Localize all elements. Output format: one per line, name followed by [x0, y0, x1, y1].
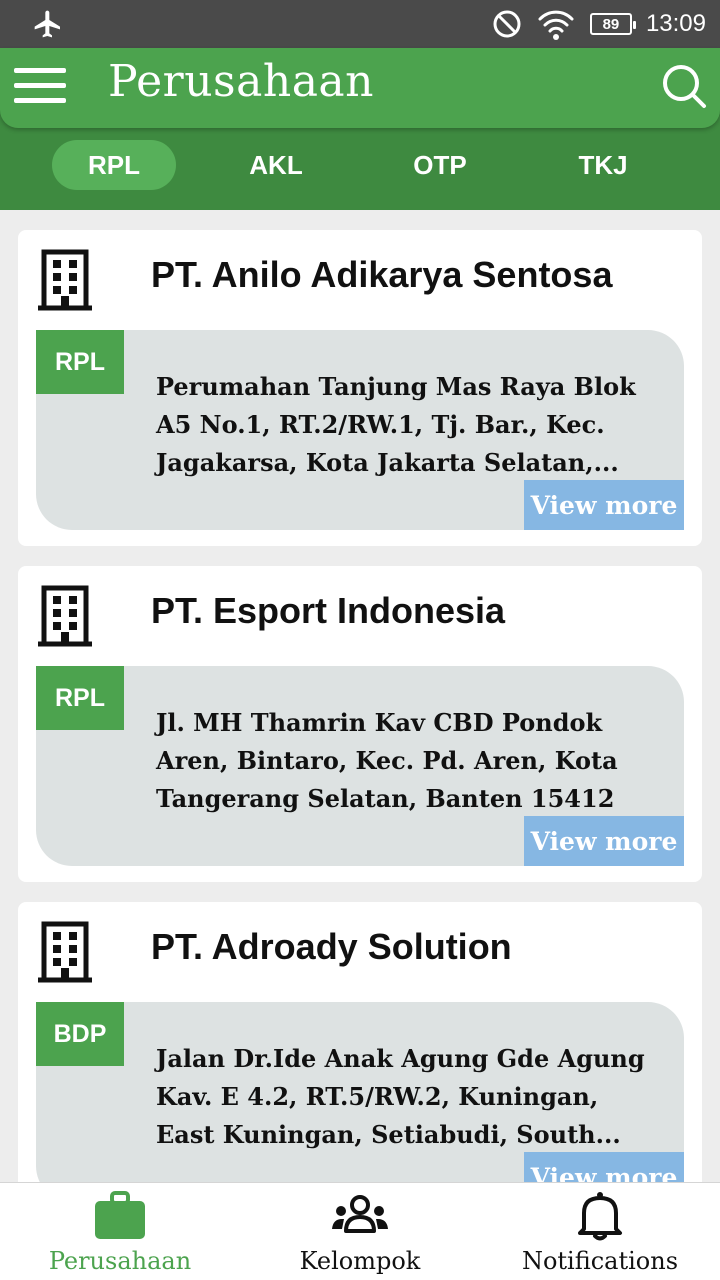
airplane-mode-icon [34, 10, 60, 38]
company-address: Jalan Dr.Ide Anak Agung Gde Agung Kav. E… [156, 1044, 645, 1149]
nav-item-perusahaan[interactable]: Perusahaan [0, 1183, 240, 1280]
view-more-button[interactable]: View more [524, 1152, 684, 1182]
nav-label: Perusahaan [48, 1247, 192, 1275]
wifi-icon [538, 10, 574, 40]
company-name: PT. Esport Indonesia [151, 590, 506, 631]
tab-tkj[interactable]: TKJ [541, 140, 665, 190]
bell-icon [578, 1192, 622, 1241]
search-icon[interactable] [660, 62, 708, 110]
company-card[interactable]: PT. Esport Indonesia RPL Jl. MH Thamrin … [18, 566, 702, 882]
nav-label: Kelompok [299, 1247, 421, 1275]
tab-otp[interactable]: OTP [378, 140, 502, 190]
bottom-navigation: Perusahaan Kelompok Notifications [0, 1182, 720, 1280]
nav-item-notifications[interactable]: Notifications [480, 1183, 720, 1280]
major-badge: RPL [36, 330, 124, 394]
building-icon [38, 585, 92, 647]
major-badge: BDP [36, 1002, 124, 1066]
nav-label: Notifications [521, 1247, 679, 1275]
page-title: Perusahaan [108, 56, 374, 107]
battery-level: 89 [602, 15, 620, 33]
company-card[interactable]: PT. Adroady Solution BDP Jalan Dr.Ide An… [18, 902, 702, 1182]
nav-item-kelompok[interactable]: Kelompok [240, 1183, 480, 1280]
briefcase-icon [95, 1191, 145, 1239]
battery-icon: 89 [589, 13, 636, 35]
company-card[interactable]: PT. Anilo Adikarya Sentosa RPL Perumahan… [18, 230, 702, 546]
view-more-button[interactable]: View more [524, 480, 684, 530]
hamburger-menu-icon[interactable] [14, 66, 66, 106]
address-box: RPL Jl. MH Thamrin Kav CBD Pondok Aren, … [36, 666, 684, 866]
company-name: PT. Anilo Adikarya Sentosa [151, 254, 613, 295]
building-icon [38, 921, 92, 983]
status-clock: 13:09 [645, 10, 706, 37]
app-bar: Perusahaan [0, 48, 720, 128]
company-address: Jl. MH Thamrin Kav CBD Pondok Aren, Bint… [156, 708, 618, 813]
do-not-disturb-icon [493, 10, 521, 38]
address-box: BDP Jalan Dr.Ide Anak Agung Gde Agung Ka… [36, 1002, 684, 1182]
view-more-button[interactable]: View more [524, 816, 684, 866]
tab-akl[interactable]: AKL [214, 140, 338, 190]
company-address: Perumahan Tanjung Mas Raya Blok A5 No.1,… [156, 372, 636, 477]
tab-rpl[interactable]: RPL [52, 140, 176, 190]
building-icon [38, 249, 92, 311]
major-badge: RPL [36, 666, 124, 730]
company-list[interactable]: PT. Anilo Adikarya Sentosa RPL Perumahan… [0, 210, 720, 1182]
group-icon [332, 1195, 388, 1233]
company-name: PT. Adroady Solution [151, 926, 512, 967]
address-box: RPL Perumahan Tanjung Mas Raya Blok A5 N… [36, 330, 684, 530]
status-bar: 89 13:09 [0, 0, 720, 48]
